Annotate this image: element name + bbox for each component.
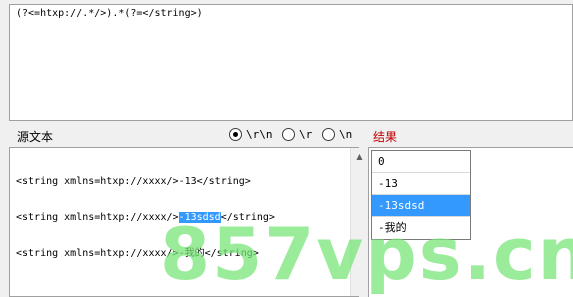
radio-cr-label: \r — [299, 128, 313, 141]
source-line: <string xmlns=htxp://xxxx/>-13</string> — [16, 176, 251, 187]
radio-cr-indicator — [282, 128, 295, 141]
regex-input[interactable]: (?<=htxp://.*/>).*(?=</string>) — [9, 4, 573, 121]
source-line: <string xmlns=htxp://xxxx/>-我的</string> — [16, 248, 259, 259]
source-selection: -13sdsd — [178, 212, 221, 223]
source-textarea[interactable]: <string xmlns=htxp://xxxx/>-13</string> … — [9, 147, 367, 297]
radio-lf-label: \n — [339, 128, 353, 141]
result-label: 结果 — [373, 130, 398, 144]
source-scrollbar[interactable]: ▲ — [350, 148, 367, 296]
source-line: <string xmlns=htxp://xxxx/>-13sdsd</stri… — [16, 212, 275, 223]
radio-crlf-indicator — [229, 128, 242, 141]
result-item[interactable]: 0 — [372, 151, 470, 173]
radio-lf-indicator — [322, 128, 335, 141]
result-item[interactable]: -13 — [372, 173, 470, 195]
source-text-label: 源文本 — [17, 130, 54, 144]
radio-lf[interactable]: \n — [322, 128, 352, 141]
result-list[interactable]: 0 -13 -13sdsd -我的 — [371, 150, 471, 240]
radio-cr[interactable]: \r — [282, 128, 312, 141]
scroll-up-arrow-icon[interactable]: ▲ — [351, 148, 368, 165]
source-lines: <string xmlns=htxp://xxxx/>-13</string> … — [16, 152, 275, 284]
radio-crlf-label: \r\n — [246, 128, 273, 141]
radio-crlf[interactable]: \r\n — [229, 128, 273, 141]
result-panel: 0 -13 -13sdsd -我的 — [368, 147, 573, 297]
regex-pattern-text: (?<=htxp://.*/>).*(?=</string>) — [16, 8, 203, 19]
result-item-selected[interactable]: -13sdsd — [372, 195, 470, 217]
result-item[interactable]: -我的 — [372, 217, 470, 239]
